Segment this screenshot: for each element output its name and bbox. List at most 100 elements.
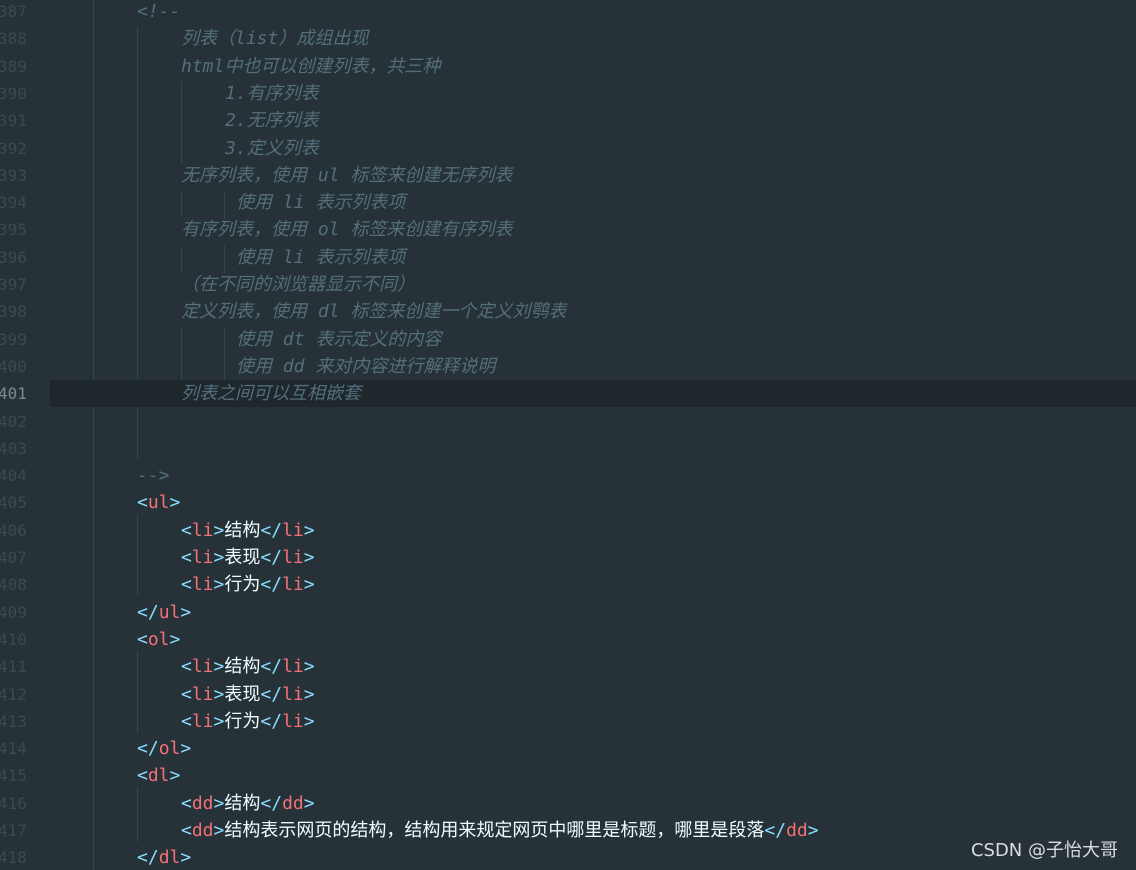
code-line[interactable]: 387 <!--: [0, 0, 1136, 25]
tag-bracket: >: [169, 628, 181, 650]
code-line[interactable]: 396 使用 li 表示列表项: [0, 244, 1136, 271]
tag-bracket: >: [303, 574, 315, 596]
code-line[interactable]: 413 <li>行为</li>: [0, 708, 1136, 735]
code-line[interactable]: 388 列表（list）成组出现: [0, 25, 1136, 52]
line-number-gutter: 410: [0, 626, 50, 653]
tag-name: ul: [147, 492, 170, 514]
code-line[interactable]: 394 使用 li 表示列表项: [0, 189, 1136, 216]
comment-text: 使用 li 表示列表项: [236, 192, 406, 214]
code-content: <li>表现</li>: [181, 681, 315, 708]
code-line[interactable]: 409 </ul>: [0, 599, 1136, 626]
tag-bracket: <: [137, 492, 148, 514]
code-line[interactable]: 408 <li>行为</li>: [0, 571, 1136, 598]
code-content: </dl>: [137, 844, 191, 870]
code-content: 3.定义列表: [225, 135, 319, 162]
code-line[interactable]: 407 <li>表现</li>: [0, 544, 1136, 571]
code-content: <ol>: [137, 626, 180, 653]
tag-bracket: </: [137, 738, 159, 760]
line-number: 396: [0, 247, 27, 267]
code-line[interactable]: 399 使用 dt 表示定义的内容: [0, 326, 1136, 353]
code-line[interactable]: 391 2.无序列表: [0, 107, 1136, 134]
element-text: 结构: [224, 792, 261, 814]
tag-bracket: </: [260, 547, 283, 568]
tag-bracket: </: [260, 656, 283, 678]
code-line[interactable]: 397 （在不同的浏览器显示不同）: [0, 271, 1136, 298]
code-content: <li>结构</li>: [181, 517, 315, 544]
code-line[interactable]: 398 定义列表，使用 dl 标签来创建一个定义刘鹗表: [0, 298, 1136, 325]
line-number-gutter: 408: [0, 571, 50, 598]
line-number-gutter: 404: [0, 462, 50, 489]
code-line[interactable]: 389 html中也可以创建列表，共三种: [0, 53, 1136, 80]
code-line[interactable]: 411 <li>结构</li>: [0, 653, 1136, 680]
code-line[interactable]: 415 <dl>: [0, 762, 1136, 789]
code-line[interactable]: 418 </dl>: [0, 844, 1136, 870]
line-number: 395: [0, 220, 27, 240]
code-line[interactable]: 406 <li>结构</li>: [0, 517, 1136, 544]
code-content: 使用 dt 表示定义的内容: [236, 326, 441, 353]
line-number: 394: [0, 193, 27, 213]
line-number: 410: [0, 629, 27, 649]
comment-text: 1.有序列表: [225, 82, 319, 104]
line-number: 388: [0, 29, 27, 49]
tag-bracket: <: [181, 656, 192, 678]
line-number-gutter: 415: [0, 762, 50, 789]
line-number-gutter: 403: [0, 435, 50, 462]
tag-bracket: </: [137, 601, 159, 623]
comment-text: 列表之间可以互相嵌套: [181, 383, 361, 405]
code-line[interactable]: 412 <li>表现</li>: [0, 681, 1136, 708]
line-number-gutter: 405: [0, 489, 50, 516]
code-line[interactable]: 416 <dd>结构</dd>: [0, 790, 1136, 817]
code-content: 定义列表，使用 dl 标签来创建一个定义刘鹗表: [181, 298, 566, 325]
code-line[interactable]: 404 -->: [0, 462, 1136, 489]
tag-bracket: >: [169, 492, 181, 514]
element-text: 结构表示网页的结构，结构用来规定网页中哪里是标题，哪里是段落: [224, 820, 765, 841]
code-line[interactable]: 414 </ol>: [0, 735, 1136, 762]
tag-name: li: [282, 656, 304, 678]
code-line[interactable]: 400 使用 dd 来对内容进行解释说明: [0, 353, 1136, 380]
tag-name: li: [191, 683, 214, 705]
code-line[interactable]: 392 3.定义列表: [0, 135, 1136, 162]
code-line[interactable]: 417 <dd>结构表示网页的结构，结构用来规定网页中哪里是标题，哪里是段落</d…: [0, 817, 1136, 844]
line-number: 401: [0, 384, 27, 404]
line-number-gutter: 390: [0, 80, 50, 107]
line-number: 403: [0, 438, 27, 458]
code-line[interactable]: 403: [0, 435, 1136, 462]
tag-bracket: <: [181, 820, 192, 841]
code-content: 列表（list）成组出现: [181, 25, 368, 52]
code-content: <dd>结构表示网页的结构，结构用来规定网页中哪里是标题，哪里是段落</dd>: [181, 817, 819, 844]
line-number-gutter: 401: [0, 380, 50, 408]
code-line[interactable]: 390 1.有序列表: [0, 80, 1136, 107]
line-number-gutter: 400: [0, 353, 50, 380]
line-number-gutter: 394: [0, 189, 50, 216]
csdn-watermark: CSDN @子怡大哥: [970, 840, 1118, 861]
tag-name: dd: [282, 792, 304, 814]
code-line[interactable]: 405 <ul>: [0, 489, 1136, 516]
code-content: 使用 dd 来对内容进行解释说明: [236, 353, 495, 380]
code-line[interactable]: 410 <ol>: [0, 626, 1136, 653]
tag-name: li: [191, 547, 214, 568]
code-content: <!--: [137, 0, 180, 25]
element-text: 行为: [224, 710, 261, 732]
tag-bracket: </: [260, 710, 283, 732]
tag-bracket: </: [260, 683, 283, 705]
code-line[interactable]: 395 有序列表，使用 ol 标签来创建有序列表: [0, 216, 1136, 243]
tag-name: ul: [158, 601, 181, 623]
code-content: </ul>: [137, 599, 191, 626]
tag-bracket: >: [303, 710, 315, 732]
code-line[interactable]: 393 无序列表，使用 ul 标签来创建无序列表: [0, 162, 1136, 189]
line-number: 387: [0, 2, 27, 21]
tag-bracket: >: [213, 820, 225, 841]
tag-name: li: [282, 683, 304, 705]
tag-name: dl: [158, 847, 181, 869]
comment-text: -->: [137, 465, 170, 487]
tag-bracket: >: [303, 792, 315, 814]
code-content: <li>行为</li>: [181, 571, 315, 598]
code-line[interactable]: 402: [0, 408, 1136, 435]
code-content: -->: [137, 462, 170, 489]
tag-name: li: [191, 574, 214, 596]
code-line[interactable]: 401 列表之间可以互相嵌套: [0, 380, 1136, 408]
tag-bracket: >: [180, 738, 192, 760]
code-content: 1.有序列表: [225, 80, 319, 107]
line-number: 407: [0, 548, 27, 567]
code-editor[interactable]: 387 <!-- 388 列表（list）成组出现 389 html中也可以创建列表，共三…: [0, 0, 1136, 870]
